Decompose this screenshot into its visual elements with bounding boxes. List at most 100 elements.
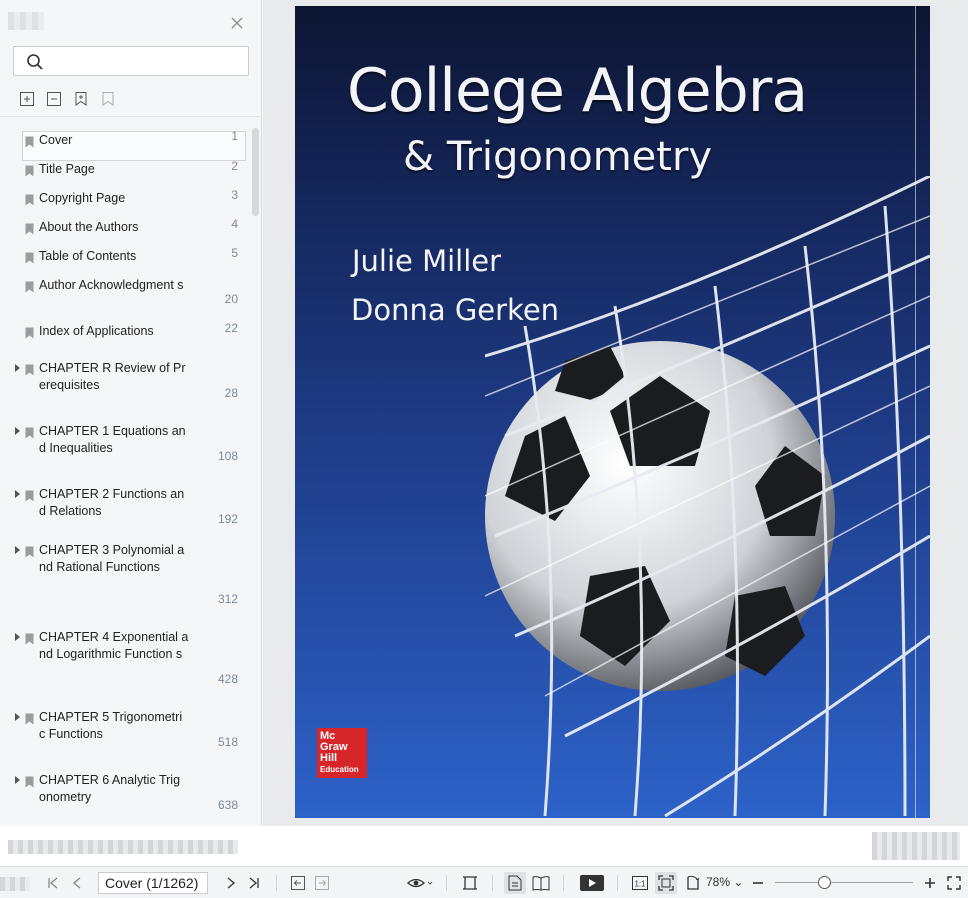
bookmark-icon (102, 92, 114, 106)
outline-item-page: 1 (231, 129, 238, 143)
fit-page-icon (658, 875, 674, 891)
status-strip (0, 826, 968, 866)
go-forward-button[interactable] (313, 874, 331, 892)
toolbar-separator (446, 875, 447, 891)
previous-page-button[interactable] (68, 874, 86, 892)
toolbar-separator (563, 875, 564, 891)
bookmark-icon (25, 633, 34, 645)
collapse-all-button[interactable] (45, 90, 63, 108)
bookmark-icon (25, 194, 34, 206)
single-page-button[interactable] (504, 872, 526, 894)
cover-title: College Algebra (347, 56, 808, 126)
expand-arrow-icon[interactable] (14, 632, 22, 642)
outline-item-label: CHAPTER 5 Trigonometri c Functions (39, 710, 183, 741)
chevron-down-icon: ⌄ (733, 875, 744, 889)
outline-item-page: 428 (217, 672, 238, 686)
go-back-button[interactable] (289, 874, 307, 892)
outline-item-page: 2 (231, 159, 238, 173)
outline-item-label: Cover (39, 133, 73, 147)
outline-item-label: Author Acknowledgment s (39, 278, 184, 292)
next-page-button[interactable] (222, 874, 240, 892)
publisher-logo-line-3: Hill (320, 752, 338, 764)
blurred-status-badge (872, 832, 960, 860)
bookmark-icon (25, 327, 34, 339)
expand-arrow-icon[interactable] (14, 363, 22, 373)
outline-tree: Cover 1 Title Page 2 Copyright Page 3 About th… (0, 124, 250, 824)
outline-item-label: CHAPTER R Review of Pr erequisites (39, 361, 186, 392)
outline-item-label: Title Page (39, 162, 95, 176)
outline-item-label: About the Authors (39, 220, 139, 234)
zoom-slider-handle[interactable] (818, 876, 832, 889)
bookmark-icon (25, 713, 34, 725)
first-page-icon (48, 877, 58, 889)
cover-subtitle: & Trigonometry (403, 134, 713, 180)
outline-item-page: 28 (224, 386, 238, 400)
expand-arrow-icon[interactable] (14, 545, 22, 555)
rotate-button[interactable] (683, 874, 703, 892)
fit-page-button[interactable] (655, 872, 677, 894)
outline-search-box[interactable] (13, 46, 249, 76)
publisher-logo-line-4: Education (320, 765, 359, 774)
fit-width-icon (463, 876, 477, 890)
back-arrow-icon (291, 876, 305, 890)
toolbar-separator (276, 875, 277, 891)
minus-icon (753, 882, 763, 884)
actual-size-button[interactable]: 1:1 (630, 874, 650, 892)
close-sidebar-button[interactable] (228, 14, 246, 32)
outline-item-page: 4 (231, 217, 238, 231)
bookmark-icon (25, 364, 34, 376)
slideshow-button[interactable] (579, 874, 605, 892)
page-number-field[interactable]: Cover (1/1262) (98, 872, 208, 894)
chevron-right-icon (227, 877, 236, 889)
sidebar-scrollbar[interactable] (252, 128, 259, 216)
search-icon (26, 53, 44, 71)
outline-item-page: 638 (217, 798, 238, 812)
add-bookmark-button[interactable] (72, 90, 90, 108)
outline-search-input[interactable] (48, 51, 238, 71)
remove-bookmark-button[interactable] (99, 90, 117, 108)
outline-item-label: CHAPTER 2 Functions an d Relations (39, 487, 185, 518)
play-icon (580, 875, 604, 891)
fit-width-button[interactable] (461, 874, 479, 892)
zoom-in-button[interactable] (922, 874, 938, 892)
sidebar-header (0, 0, 262, 44)
last-page-button[interactable] (245, 874, 263, 892)
first-page-button[interactable] (44, 874, 62, 892)
expand-arrow-icon[interactable] (14, 489, 22, 499)
outline-item-label: Table of Contents (39, 249, 137, 263)
outline-item-label: CHAPTER 3 Polynomial a nd Rational Funct… (39, 543, 185, 574)
bookmark-icon (25, 281, 34, 293)
eye-protection-button[interactable] (404, 874, 436, 892)
sidebar-divider (0, 116, 262, 117)
blurred-sidebar-title (8, 12, 44, 30)
collapse-all-icon (47, 92, 61, 106)
soccer-ball-net-image (485, 176, 930, 818)
outline-item-page: 20 (224, 292, 238, 306)
actual-size-icon: 1:1 (632, 876, 648, 890)
bookmark-icon (25, 490, 34, 502)
outline-item-page: 108 (217, 449, 238, 463)
outline-item-label: CHAPTER 4 Exponential and Logarithmic Fu… (39, 630, 189, 661)
zoom-dropdown[interactable]: 78% ⌄ (706, 875, 743, 889)
expand-arrow-icon[interactable] (14, 712, 22, 722)
expand-arrow-icon[interactable] (14, 426, 22, 436)
plus-icon (925, 878, 935, 888)
zoom-out-button[interactable] (750, 874, 766, 892)
pdf-page-cover: College Algebra & Trigonometry Julie Mil… (295, 6, 930, 818)
expand-all-button[interactable] (18, 90, 36, 108)
document-view[interactable]: College Algebra & Trigonometry Julie Mil… (263, 0, 968, 826)
page-fold-line (915, 6, 916, 818)
outline-item-page: 518 (217, 735, 238, 749)
outline-item-label: Index of Applications (39, 324, 154, 338)
double-page-button[interactable] (530, 874, 552, 892)
fullscreen-button[interactable] (944, 874, 964, 892)
outline-item-label: CHAPTER 1 Equations an d Inequalities (39, 424, 186, 455)
svg-text:1:1: 1:1 (634, 880, 646, 889)
toolbar-separator (492, 875, 493, 891)
outline-item-label: CHAPTER 6 Analytic Trig onometry (39, 773, 181, 804)
chevron-left-icon (72, 877, 81, 889)
pdf-reader-window: Cover 1 Title Page 2 Copyright Page 3 About th… (0, 0, 968, 898)
zoom-slider-track[interactable] (775, 882, 913, 883)
bookmark-icon (25, 252, 34, 264)
expand-arrow-icon[interactable] (14, 775, 22, 785)
